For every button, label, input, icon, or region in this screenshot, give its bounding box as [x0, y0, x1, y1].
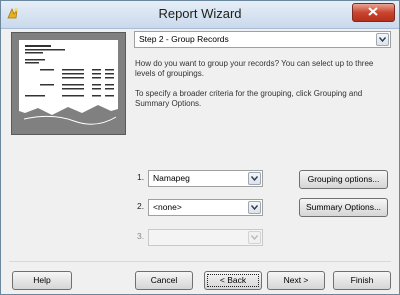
close-icon	[368, 7, 378, 16]
instruction-text-2: To specify a broader criteria for the gr…	[135, 89, 363, 108]
cancel-label: Cancel	[150, 275, 178, 285]
dropdown-arrow-icon[interactable]	[376, 33, 389, 46]
dropdown-arrow-icon[interactable]	[248, 172, 261, 185]
finish-label: Finish	[350, 275, 374, 285]
grouping-level-2-value: <none>	[153, 202, 182, 212]
next-button[interactable]: Next >	[267, 271, 325, 290]
instruction-text-1: How do you want to group your records? Y…	[135, 59, 374, 78]
chevron-down-icon	[379, 37, 386, 42]
help-button[interactable]: Help	[12, 271, 72, 290]
chevron-down-icon	[251, 235, 258, 240]
title-bar: Report Wizard	[1, 1, 399, 29]
chevron-down-icon	[251, 205, 258, 210]
grouping-options-label: Grouping options...	[307, 174, 380, 184]
grouping-number-1: 1.	[137, 172, 145, 182]
grouping-level-1-value: Namapeg	[153, 173, 190, 183]
close-button[interactable]	[352, 3, 395, 22]
summary-options-button[interactable]: Summary Options...	[299, 198, 388, 217]
grouping-number-3: 3.	[137, 231, 145, 241]
chevron-down-icon	[251, 176, 258, 181]
report-wizard-window: Report Wizard Step 2 - Group Records How…	[0, 0, 400, 295]
back-label: < Back	[219, 275, 247, 285]
grouping-level-1-dropdown[interactable]: Namapeg	[148, 170, 263, 187]
next-label: Next >	[283, 275, 309, 285]
dropdown-arrow-icon	[248, 231, 261, 244]
grouping-options-button[interactable]: Grouping options...	[299, 170, 388, 189]
help-label: Help	[33, 275, 51, 285]
finish-button[interactable]: Finish	[333, 271, 391, 290]
grouping-number-2: 2.	[137, 201, 145, 211]
divider	[9, 261, 391, 262]
grouping-level-3-dropdown	[148, 229, 263, 246]
step-dropdown-value: Step 2 - Group Records	[139, 34, 229, 44]
grouping-level-2-dropdown[interactable]: <none>	[148, 199, 263, 216]
report-preview-illustration	[11, 32, 126, 135]
cancel-button[interactable]: Cancel	[135, 271, 193, 290]
back-button[interactable]: < Back	[204, 271, 262, 290]
summary-options-label: Summary Options...	[305, 202, 382, 212]
dropdown-arrow-icon[interactable]	[248, 201, 261, 214]
window-title: Report Wizard	[158, 6, 242, 21]
step-dropdown[interactable]: Step 2 - Group Records	[134, 31, 391, 48]
